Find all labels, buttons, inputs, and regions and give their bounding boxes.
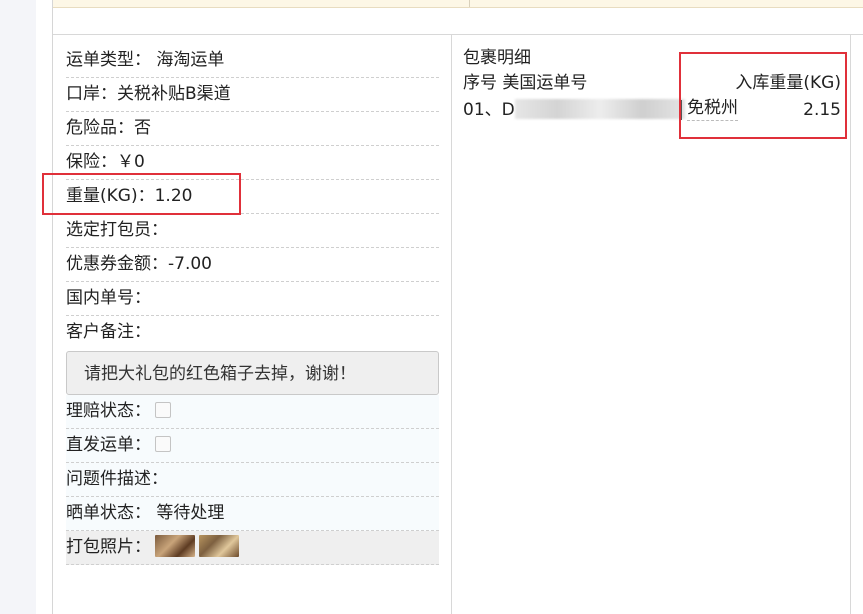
insurance-label: 保险： <box>66 152 117 172</box>
direct-ship-row: 直发运单： <box>66 429 439 463</box>
domestic-number-label: 国内单号： <box>66 288 151 308</box>
order-detail-panel: 运单类型： 海淘运单 口岸：关税补贴B渠道 危险品：否 保险：￥0 重量(KG)… <box>42 0 863 614</box>
port-row: 口岸：关税补贴B渠道 <box>66 78 439 112</box>
coupon-row: 优惠券金额：-7.00 <box>66 248 439 282</box>
header-divider <box>53 34 863 35</box>
inbound-weight-highlight-box <box>679 52 847 139</box>
packer-row: 选定打包员： <box>66 214 439 248</box>
problem-desc-row: 问题件描述： <box>66 463 439 497</box>
coupon-value: -7.00 <box>168 254 212 274</box>
pack-photos-row: 打包照片： <box>66 531 439 565</box>
customer-note-row: 客户备注： <box>66 316 439 349</box>
package-index: 01、D <box>463 100 515 120</box>
showcase-status-label: 晒单状态： <box>66 503 151 523</box>
customer-note-label: 客户备注： <box>66 322 151 342</box>
col-index-header: 序号 <box>463 73 497 93</box>
right-column-divider <box>850 35 851 614</box>
insurance-value: ￥0 <box>117 152 145 172</box>
domestic-number-row: 国内单号： <box>66 282 439 316</box>
port-value: 关税补贴B渠道 <box>117 84 231 104</box>
claim-status-label: 理赔状态： <box>66 401 151 421</box>
dangerous-goods-label: 危险品： <box>66 118 134 138</box>
showcase-status-row: 晒单状态： 等待处理 <box>66 497 439 531</box>
redacted-waybill-number <box>514 98 685 119</box>
weight-highlight-box <box>42 173 241 215</box>
top-band-separator <box>469 0 470 7</box>
waybill-type-row: 运单类型： 海淘运单 <box>66 44 439 78</box>
claim-status-row: 理赔状态： <box>66 395 439 429</box>
claim-status-checkbox[interactable] <box>155 401 171 418</box>
waybill-type-label: 运单类型： <box>66 50 151 70</box>
pack-photo-thumbnail-2[interactable] <box>199 534 239 557</box>
pack-photos-label: 打包照片： <box>66 537 151 557</box>
direct-ship-checkbox[interactable] <box>155 435 171 452</box>
showcase-status-value: 等待处理 <box>156 503 225 523</box>
column-divider <box>451 35 452 614</box>
problem-desc-label: 问题件描述： <box>66 469 168 489</box>
port-label: 口岸： <box>66 84 117 104</box>
coupon-label: 优惠券金额： <box>66 254 168 274</box>
packer-label: 选定打包员： <box>66 220 168 240</box>
left-sidebar-strip <box>0 0 36 614</box>
order-info-list: 运单类型： 海淘运单 口岸：关税补贴B渠道 危险品：否 保险：￥0 重量(KG)… <box>66 44 439 565</box>
dangerous-goods-row: 危险品：否 <box>66 112 439 146</box>
top-band <box>53 0 863 8</box>
direct-ship-label: 直发运单： <box>66 435 151 455</box>
dangerous-goods-value: 否 <box>134 118 151 138</box>
col-waybill-header: 美国运单号 <box>502 73 588 93</box>
customer-note-box: 请把大礼包的红色箱子去掉，谢谢！ <box>66 351 439 395</box>
waybill-type-value: 海淘运单 <box>156 50 225 70</box>
pack-photo-thumbnail-1[interactable] <box>155 534 195 557</box>
